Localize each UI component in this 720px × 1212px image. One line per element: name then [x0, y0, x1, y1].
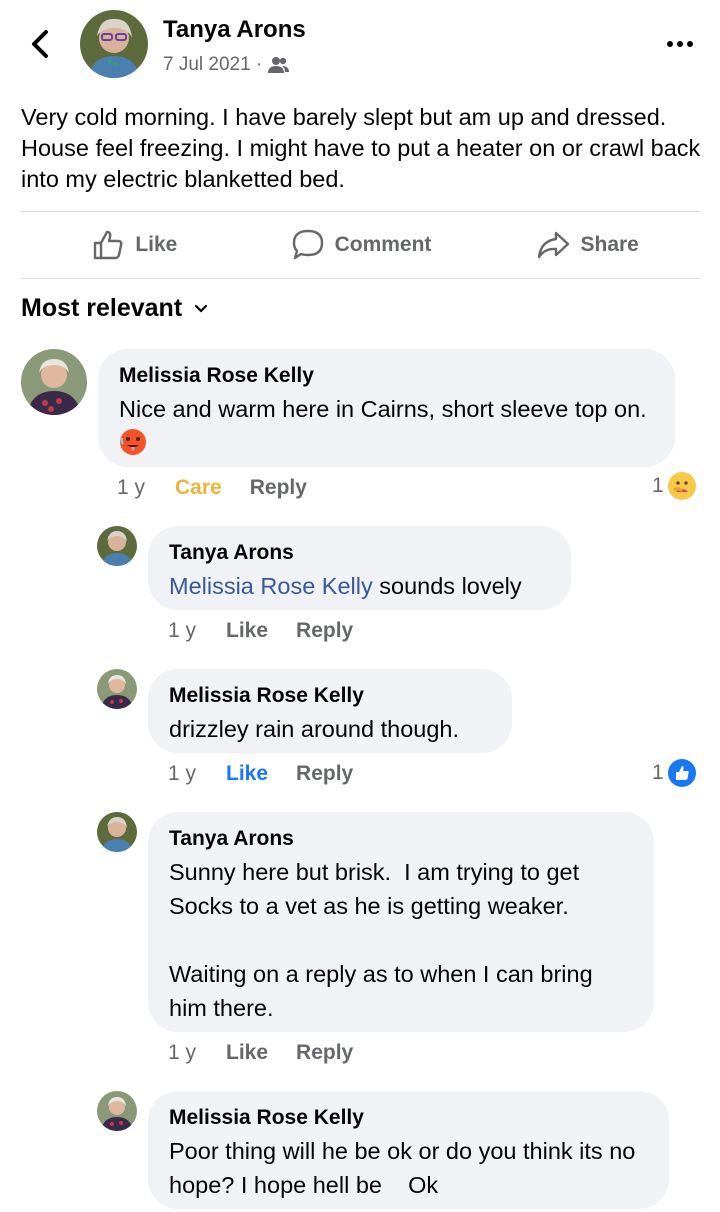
reaction-count[interactable]: 1 [652, 759, 696, 787]
mention-link[interactable]: Melissia Rose Kelly [169, 573, 373, 599]
reaction-count[interactable]: 1 [652, 472, 696, 500]
reply-button[interactable]: Reply [296, 619, 353, 643]
comment-bubble: Tanya Arons Melissia Rose Kelly sounds l… [148, 526, 571, 610]
reply-button[interactable]: Reply [296, 1041, 353, 1065]
reply-button[interactable]: Reply [296, 762, 353, 786]
comment-bubble-icon [292, 229, 323, 260]
comment-text: Sunny here but brisk. I am trying to get… [169, 859, 593, 1021]
chevron-down-icon [195, 304, 208, 313]
back-button[interactable] [24, 24, 56, 64]
comment-actions: 1 y Like Reply [168, 762, 353, 786]
like-button[interactable]: Like [21, 212, 248, 278]
post-actions-bar: Like Comment Share [21, 212, 701, 278]
dot-icon [667, 41, 673, 47]
comment-author[interactable]: Melissia Rose Kelly [169, 683, 491, 709]
share-button[interactable]: Share [474, 212, 701, 278]
care-reaction-icon [667, 472, 696, 500]
post-header: Tanya Arons 7 Jul 2021 · [0, 0, 720, 90]
friends-icon [268, 57, 290, 73]
comment-time: 1 y [168, 762, 197, 785]
like-label: Like [135, 233, 178, 256]
like-reaction-icon [667, 759, 696, 787]
post-date[interactable]: 7 Jul 2021 · [163, 54, 262, 76]
dot-icon [677, 41, 683, 47]
commenter-avatar[interactable] [97, 812, 137, 852]
commenter-avatar[interactable] [97, 526, 137, 566]
share-arrow-icon [538, 231, 570, 259]
sort-label: Most relevant [21, 294, 183, 322]
comment-time: 1 y [168, 1041, 197, 1064]
care-button[interactable]: Care [175, 476, 222, 500]
comment-text: Melissia Rose Kelly sounds lovely [169, 573, 522, 599]
comment-time: 1 y [168, 619, 197, 642]
commenter-avatar[interactable] [97, 1091, 137, 1131]
share-label: Share [580, 233, 639, 256]
like-comment-button[interactable]: Like [226, 762, 268, 786]
like-comment-button[interactable]: Like [226, 619, 268, 643]
comment-author[interactable]: Melissia Rose Kelly [119, 363, 654, 389]
more-options-button[interactable] [660, 32, 700, 56]
post-meta: 7 Jul 2021 · [163, 54, 290, 76]
comment-author[interactable]: Tanya Arons [169, 540, 550, 566]
comment-bubble: Melissia Rose Kelly drizzley rain around… [148, 669, 512, 753]
comment-bubble: Melissia Rose Kelly Poor thing will he b… [148, 1091, 669, 1209]
comment-bubble: Melissia Rose Kelly Nice and warm here i… [98, 349, 675, 467]
comment-actions: 1 y Like Reply [168, 1041, 353, 1065]
hot-face-emoji [120, 429, 146, 455]
commenter-avatar[interactable] [21, 349, 87, 415]
comment-text: drizzley rain around though. [169, 716, 460, 742]
comment-actions: 1 y Like Reply [168, 619, 353, 643]
like-comment-button[interactable]: Like [226, 1041, 268, 1065]
comment-label: Comment [334, 233, 432, 256]
reply-button[interactable]: Reply [250, 476, 307, 500]
divider [21, 278, 701, 279]
comment-author[interactable]: Melissia Rose Kelly [169, 1105, 648, 1131]
author-avatar[interactable] [80, 10, 148, 78]
commenter-avatar[interactable] [97, 669, 137, 709]
comment-button[interactable]: Comment [248, 212, 475, 278]
post-author-name[interactable]: Tanya Arons [163, 16, 306, 44]
comment-bubble: Tanya Arons Sunny here but brisk. I am t… [148, 812, 654, 1032]
chevron-left-icon [32, 30, 48, 58]
comment-sort-dropdown[interactable]: Most relevant [21, 294, 208, 323]
comment-time: 1 y [117, 476, 146, 499]
post-body-text: Very cold morning. I have barely slept b… [21, 104, 701, 192]
comment-text: Poor thing will he be ok or do you think… [169, 1138, 642, 1198]
thumbs-up-icon [94, 230, 123, 260]
comment-author[interactable]: Tanya Arons [169, 826, 633, 852]
comment-text: Nice and warm here in Cairns, short slee… [119, 392, 654, 460]
dot-icon [687, 41, 693, 47]
comment-actions: 1 y Care Reply [117, 476, 307, 500]
